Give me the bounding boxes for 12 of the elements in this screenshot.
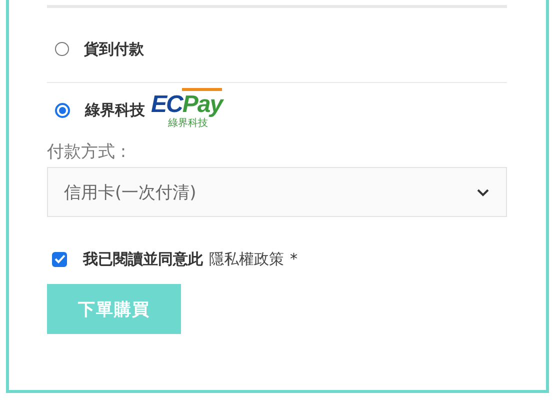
- option-label[interactable]: 綠界科技: [85, 101, 145, 120]
- payment-logo: ECPay 綠界科技: [149, 90, 226, 131]
- option-label[interactable]: 貨到付款: [84, 40, 144, 58]
- checkbox[interactable]: [52, 252, 67, 266]
- radio-button[interactable]: [55, 42, 69, 56]
- agreement-text: 我已閱讀並同意此: [83, 250, 203, 268]
- privacy-policy-link[interactable]: 隱私權政策: [209, 250, 284, 268]
- payment-method-select[interactable]: 信用卡(一次付清): [47, 167, 507, 217]
- required-mark: *: [290, 250, 298, 268]
- field-label: 付款方式 :: [47, 141, 128, 163]
- chevron-down-icon: [476, 188, 490, 196]
- radio-button[interactable]: [55, 103, 70, 118]
